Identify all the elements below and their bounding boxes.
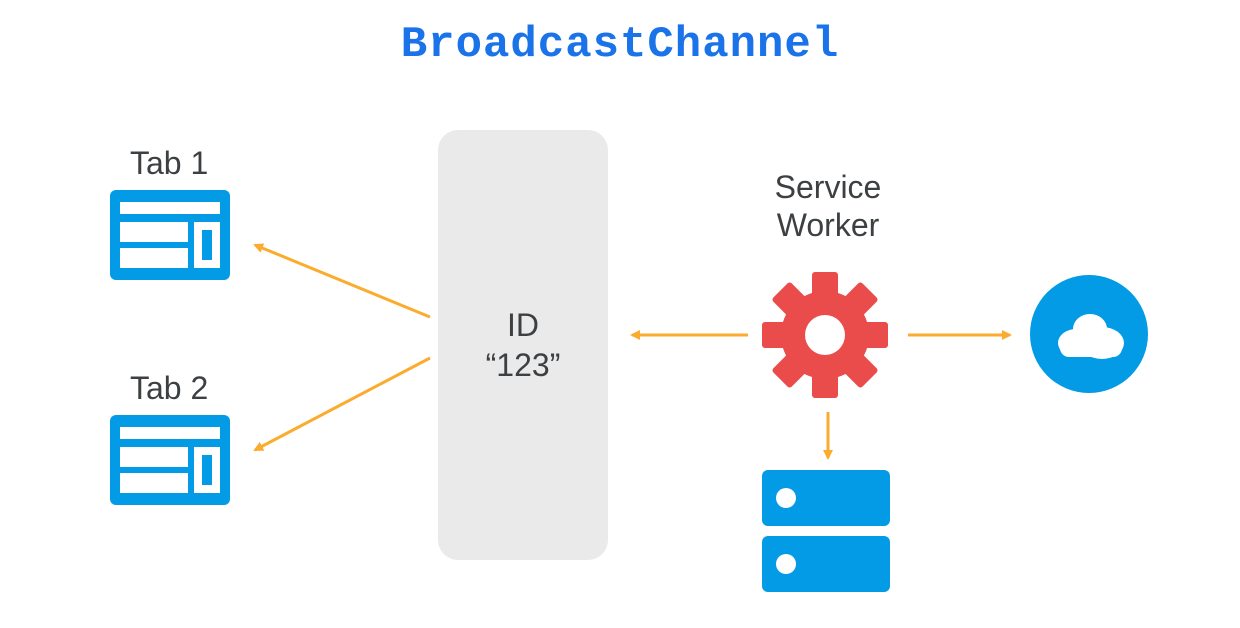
arrow-channel-to-tab1 [255, 245, 430, 317]
channel-id-line2: “123” [486, 347, 561, 383]
tab2-label: Tab 2 [130, 370, 208, 407]
channel-id: ID “123” [486, 305, 561, 385]
gear-icon [760, 270, 890, 400]
diagram-stage: BroadcastChannel Tab 1 Tab 2 ID “123” [0, 0, 1240, 628]
tab1-label: Tab 1 [130, 145, 208, 182]
service-worker-line1: Service [775, 169, 882, 205]
cloud-icon [1030, 275, 1148, 393]
channel-id-line1: ID [507, 307, 539, 343]
service-worker-line2: Worker [777, 207, 880, 243]
diagram-title: BroadcastChannel [0, 20, 1240, 70]
channel-box: ID “123” [438, 130, 608, 560]
service-worker-label: Service Worker [738, 168, 918, 245]
storage-icon [762, 470, 890, 595]
browser-tab-icon [110, 190, 230, 280]
browser-tab-icon [110, 415, 230, 505]
arrow-channel-to-tab2 [255, 358, 430, 450]
